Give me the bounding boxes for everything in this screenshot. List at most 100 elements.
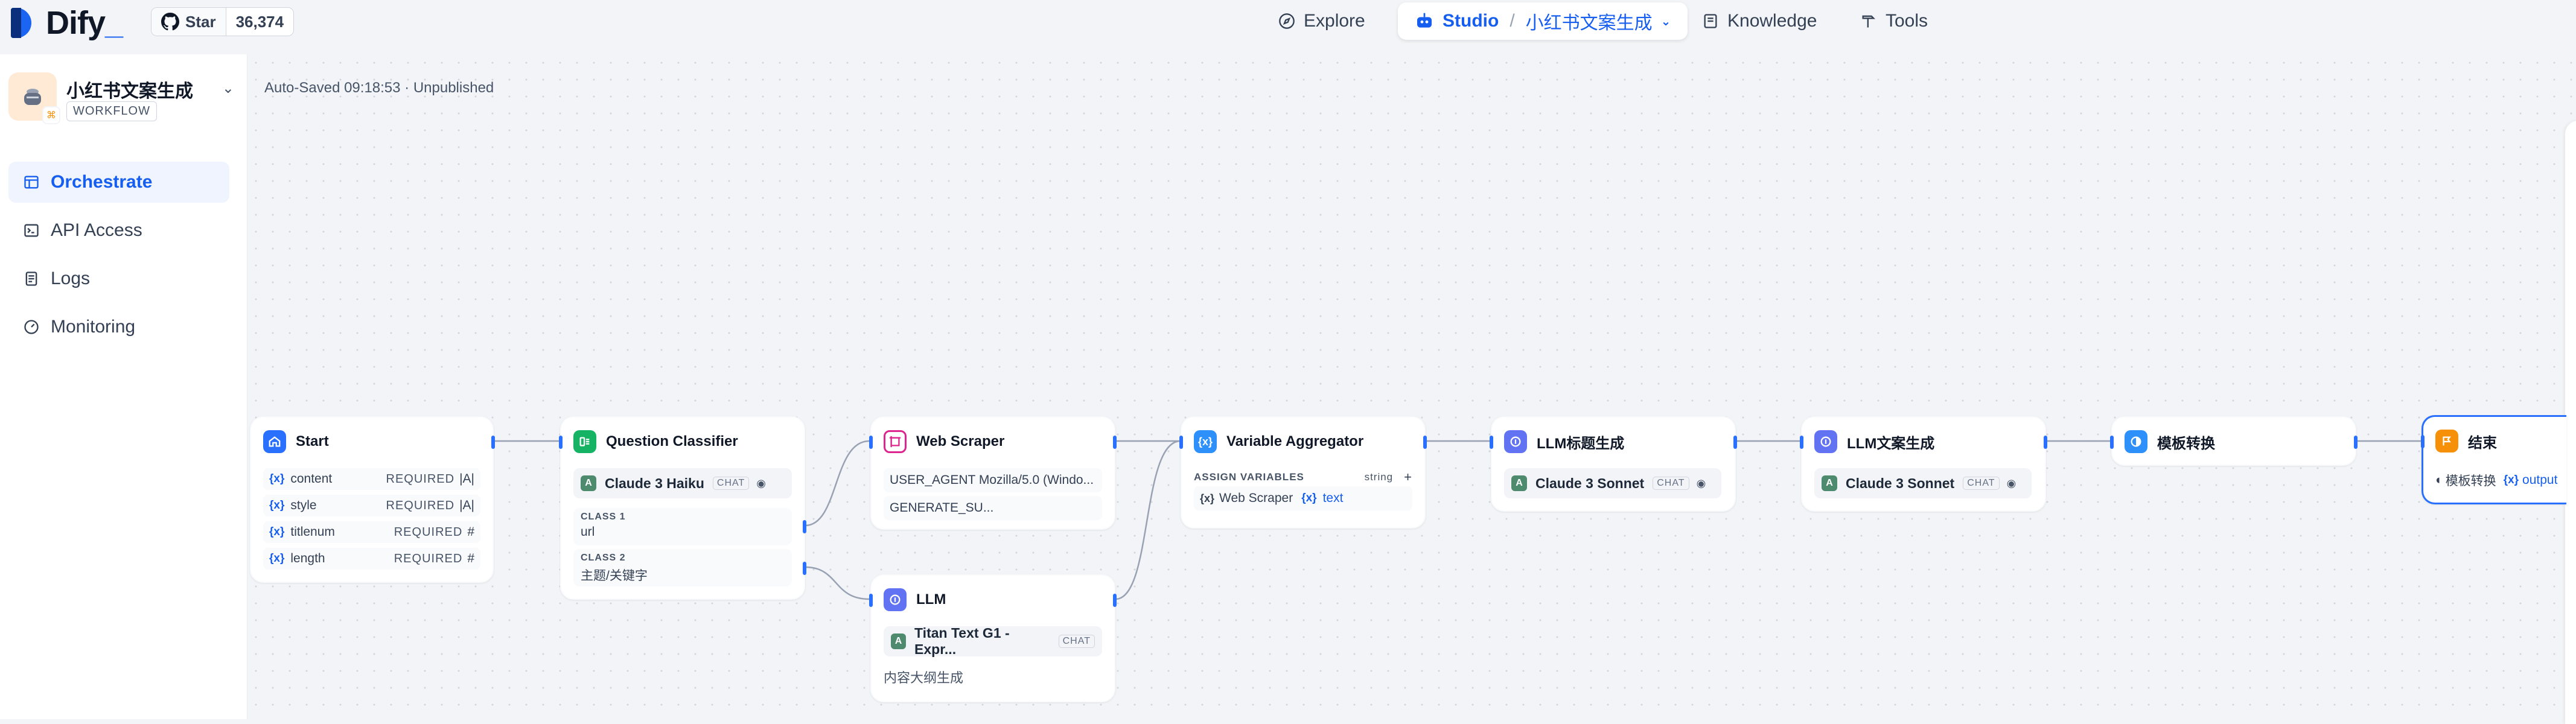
input-handle[interactable] xyxy=(869,436,873,449)
output-handle[interactable] xyxy=(491,436,495,449)
sidebar-item-label: Orchestrate xyxy=(51,172,153,192)
variable-icon: {x} xyxy=(1301,492,1317,504)
autosave-status: Auto-Saved 09:18:53 · Unpublished xyxy=(264,80,494,96)
add-variable-button[interactable]: + xyxy=(1404,469,1412,485)
var-type: # xyxy=(467,525,474,539)
input-handle[interactable] xyxy=(559,436,563,449)
eye-icon: ◉ xyxy=(1696,477,1706,489)
model-tag: CHAT xyxy=(712,477,750,490)
model-selector[interactable]: A Claude 3 Sonnet CHAT ◉ xyxy=(1504,468,1721,498)
model-selector[interactable]: A Claude 3 Sonnet CHAT ◉ xyxy=(1814,468,2032,498)
file-list-icon xyxy=(25,272,37,286)
input-handle[interactable] xyxy=(2110,436,2114,449)
node-template-transform[interactable]: 模板转换 xyxy=(2110,416,2358,466)
sidebar-item-label: Logs xyxy=(51,268,91,288)
node-title: 模板转换 xyxy=(2157,435,2215,452)
var-name: titlenum xyxy=(290,525,335,539)
scraper-icon xyxy=(884,430,907,453)
sidebar-item-api-access[interactable]: API Access xyxy=(8,210,229,251)
variable-icon: {x} xyxy=(269,552,285,565)
pot-icon xyxy=(24,89,41,105)
book-icon xyxy=(1704,14,1717,28)
node-title: Start xyxy=(296,433,329,449)
node-description: 内容大纲生成 xyxy=(884,670,964,685)
current-app-name[interactable]: 小红书文案生成 xyxy=(1526,8,1653,34)
output-handle[interactable] xyxy=(2354,436,2358,449)
node-title: Variable Aggregator xyxy=(1226,433,1364,449)
nav-tools-label: Tools xyxy=(1886,11,1928,31)
node-web-scraper[interactable]: Web Scraper USER_AGENT Mozilla/5.0 (Wind… xyxy=(869,416,1117,530)
class-item: CLASS 2 主题/关键字 xyxy=(573,549,792,586)
class-value: 主题/关键字 xyxy=(581,569,648,583)
output-handle[interactable] xyxy=(1423,436,1427,449)
anthropic-icon: A xyxy=(1511,475,1527,491)
output-handle[interactable] xyxy=(2044,436,2047,449)
node-llm-copy[interactable]: LLM文案生成 A Claude 3 Sonnet CHAT ◉ xyxy=(1800,416,2047,512)
eye-icon: ◉ xyxy=(2006,477,2016,489)
nav-explore[interactable]: Explore xyxy=(1278,2,1365,40)
node-llm[interactable]: LLM A Titan Text G1 - Expr... CHAT 内容大纲生成 xyxy=(869,574,1117,702)
star-label: Star xyxy=(185,12,216,31)
model-name: Titan Text G1 - Expr... xyxy=(914,625,1010,657)
var-name: length xyxy=(290,551,325,565)
model-selector[interactable]: A Claude 3 Haiku CHAT ◉ xyxy=(573,468,792,498)
home-icon xyxy=(263,430,286,453)
sidebar-item-label: API Access xyxy=(51,220,142,240)
var-required: REQUIRED xyxy=(394,525,463,539)
dify-logo-icon xyxy=(8,5,39,40)
star-count: 36,374 xyxy=(235,12,284,31)
node-question-classifier[interactable]: Question Classifier A Claude 3 Haiku CHAT ◉… xyxy=(559,416,806,600)
start-var-row: {x} style REQUIRED |A| xyxy=(263,495,480,516)
output-handle[interactable] xyxy=(1113,594,1117,607)
app-name: 小红书文案生成 xyxy=(66,81,193,101)
input-handle[interactable] xyxy=(1800,436,1803,449)
node-title: Web Scraper xyxy=(916,433,1005,449)
model-name: Claude 3 Sonnet xyxy=(1846,475,1955,491)
param-text: USER_AGENT Mozilla/5.0 (Windo... xyxy=(890,473,1094,487)
node-llm-title[interactable]: LLM标题生成 A Claude 3 Sonnet CHAT ◉ xyxy=(1490,416,1737,512)
variable-icon: {x} xyxy=(269,526,285,538)
github-star-button[interactable]: Star 36,374 xyxy=(151,7,295,36)
chevron-down-icon[interactable]: ⌄ xyxy=(222,80,234,97)
node-variable-aggregator[interactable]: {x} Variable Aggregator ASSIGN VARIABLES… xyxy=(1179,416,1427,529)
app-info-card[interactable]: ⌘ 小红书文案生成 WORKFLOW ⌄ xyxy=(8,72,234,133)
input-handle[interactable] xyxy=(869,594,873,607)
var-type: |A| xyxy=(459,498,474,512)
var-name: text xyxy=(1322,491,1344,505)
output-handle[interactable] xyxy=(1113,436,1117,449)
workflow-canvas[interactable] xyxy=(247,54,2576,719)
var-name: style xyxy=(290,498,317,512)
node-title: 结束 xyxy=(2468,434,2497,451)
llm-icon xyxy=(1504,430,1527,453)
start-var-row: {x} content REQUIRED |A| xyxy=(263,468,480,490)
dify-logo[interactable]: Dify_ xyxy=(8,5,123,41)
output-handle[interactable] xyxy=(1733,436,1737,449)
nav-knowledge[interactable]: Knowledge xyxy=(1702,2,1817,40)
input-handle[interactable] xyxy=(1490,436,1493,449)
start-var-row: {x} length REQUIRED # xyxy=(263,548,480,570)
breadcrumb-separator: / xyxy=(1510,11,1515,31)
chevron-down-icon[interactable]: ⌄ xyxy=(1661,14,1671,29)
input-handle[interactable] xyxy=(1179,436,1183,449)
input-handle[interactable] xyxy=(2421,435,2425,448)
output-handle-class-2[interactable] xyxy=(803,562,806,575)
output-handle-class-1[interactable] xyxy=(803,520,806,533)
type-label: string xyxy=(1364,471,1394,483)
right-panel xyxy=(2565,121,2576,724)
model-name: Claude 3 Sonnet xyxy=(1535,475,1645,491)
model-selector[interactable]: A Titan Text G1 - Expr... CHAT xyxy=(884,625,1102,657)
nav-tools[interactable]: Tools xyxy=(1860,2,1928,40)
sidebar-item-monitoring[interactable]: Monitoring xyxy=(8,306,229,348)
nav-studio[interactable]: Studio / 小红书文案生成 ⌄ xyxy=(1398,2,1688,40)
node-title: LLM标题生成 xyxy=(1537,435,1625,452)
sidebar-item-logs[interactable]: Logs xyxy=(8,258,229,299)
class-label: CLASS 1 xyxy=(581,512,626,522)
sidebar-item-orchestrate[interactable]: Orchestrate xyxy=(8,162,229,203)
node-start[interactable]: Start {x} content REQUIRED |A| {x} style REQU… xyxy=(250,416,495,583)
end-output-variable: ◐ 模板转换 {x} output xyxy=(2435,471,2557,489)
model-name: Claude 3 Haiku xyxy=(605,475,704,491)
var-name: content xyxy=(290,472,333,486)
node-title: Question Classifier xyxy=(606,433,738,449)
classifier-icon xyxy=(573,430,596,453)
node-end[interactable]: 结束 ◐ 模板转换 {x} output xyxy=(2421,415,2566,504)
